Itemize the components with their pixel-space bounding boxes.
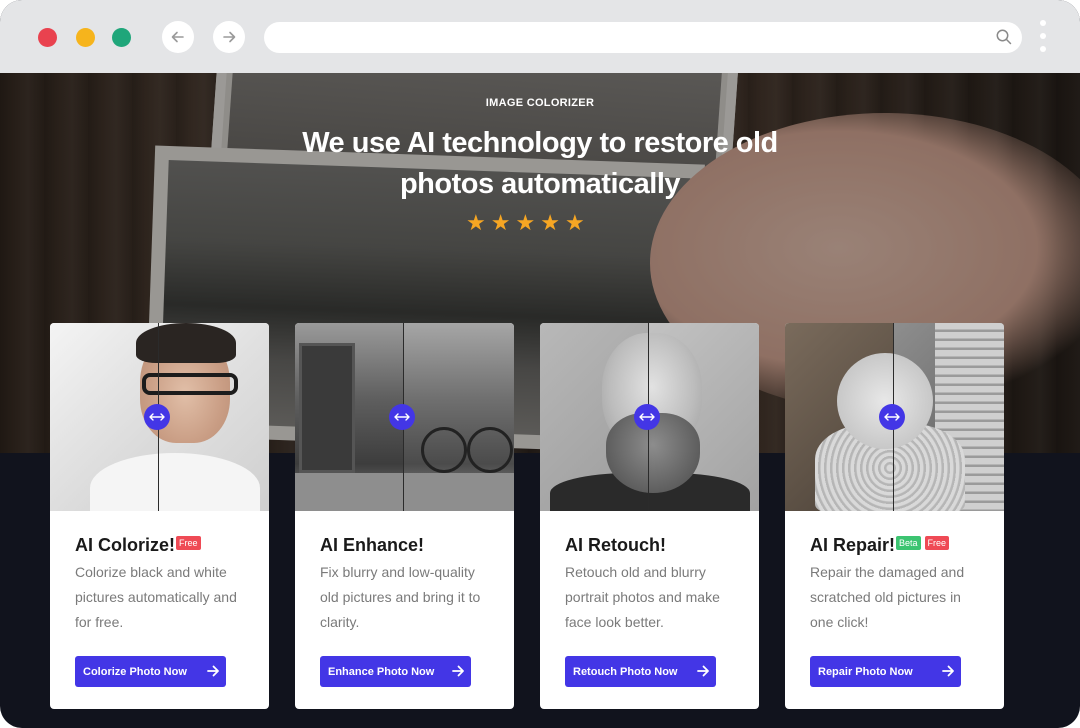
maximize-window-button[interactable] xyxy=(112,28,131,47)
beta-badge: Beta xyxy=(896,536,921,550)
cta-label: Enhance Photo Now xyxy=(328,665,435,678)
before-after-image[interactable] xyxy=(50,323,269,511)
arrow-right-icon xyxy=(452,665,464,677)
card-title: AI Enhance! xyxy=(320,535,425,555)
swap-arrows-icon xyxy=(394,413,410,421)
browser-toolbar xyxy=(0,0,1080,73)
free-badge: Free xyxy=(924,536,950,550)
arrow-right-icon xyxy=(697,665,709,677)
star-icon: ★ xyxy=(564,210,585,235)
feature-card-colorize: AI Colorize! Free Colorize black and whi… xyxy=(50,323,269,709)
card-badges: Free xyxy=(176,536,201,550)
star-icon: ★ xyxy=(490,210,511,235)
before-after-image[interactable] xyxy=(785,323,1004,511)
card-title: AI Colorize! xyxy=(75,535,176,555)
before-after-image[interactable] xyxy=(295,323,514,511)
star-icon: ★ xyxy=(540,210,560,235)
before-after-image[interactable] xyxy=(540,323,759,511)
card-description: Repair the damaged and scratched old pic… xyxy=(810,564,965,630)
retouch-photo-button[interactable]: Retouch Photo Now xyxy=(565,656,716,687)
repair-photo-button[interactable]: Repair Photo Now xyxy=(810,656,961,687)
card-title: AI Repair! xyxy=(810,535,896,555)
hero-headline: We use AI technology to restore old phot… xyxy=(302,127,778,200)
card-description: Fix blurry and low-quality old pictures … xyxy=(320,564,481,630)
arrow-right-icon xyxy=(942,665,954,677)
close-window-button[interactable] xyxy=(38,28,57,47)
card-description: Colorize black and white pictures automa… xyxy=(75,564,237,630)
address-bar[interactable] xyxy=(264,22,1022,53)
rating-stars: ★ ★ ★ ★ ★ xyxy=(466,212,596,234)
comparison-slider-handle[interactable] xyxy=(634,404,660,430)
arrow-right-icon xyxy=(223,31,236,43)
comparison-slider-handle[interactable] xyxy=(389,404,415,430)
star-icon: ★ xyxy=(515,210,536,235)
feature-card-repair: AI Repair! Beta Free Repair the damaged … xyxy=(785,323,1004,709)
forward-button[interactable] xyxy=(213,21,245,53)
card-badges: Beta Free xyxy=(896,536,950,550)
search-icon[interactable] xyxy=(995,28,1013,46)
arrow-left-icon xyxy=(171,31,184,43)
cta-label: Colorize Photo Now xyxy=(83,665,187,678)
enhance-photo-button[interactable]: Enhance Photo Now xyxy=(320,656,471,687)
arrow-right-icon xyxy=(207,665,219,677)
back-button[interactable] xyxy=(162,21,194,53)
free-badge: Free xyxy=(176,536,201,550)
comparison-slider-handle[interactable] xyxy=(879,404,905,430)
more-options-icon[interactable] xyxy=(1039,20,1047,54)
cta-label: Retouch Photo Now xyxy=(573,665,678,678)
feature-card-enhance: AI Enhance! Fix blurry and low-quality o… xyxy=(295,323,514,709)
swap-arrows-icon xyxy=(639,413,655,421)
swap-arrows-icon xyxy=(884,413,900,421)
comparison-slider-handle[interactable] xyxy=(144,404,170,430)
star-icon: ★ xyxy=(466,210,486,235)
feature-card-retouch: AI Retouch! Retouch old and blurry portr… xyxy=(540,323,759,709)
colorize-photo-button[interactable]: Colorize Photo Now xyxy=(75,656,226,687)
card-description: Retouch old and blurry portrait photos a… xyxy=(565,564,720,630)
swap-arrows-icon xyxy=(149,413,165,421)
cta-label: Repair Photo Now xyxy=(818,665,913,678)
minimize-window-button[interactable] xyxy=(76,28,95,47)
card-title: AI Retouch! xyxy=(565,535,666,555)
browser-window: IMAGE COLORIZER We use AI technology to … xyxy=(0,0,1080,728)
hero-eyebrow: IMAGE COLORIZER xyxy=(485,97,595,109)
